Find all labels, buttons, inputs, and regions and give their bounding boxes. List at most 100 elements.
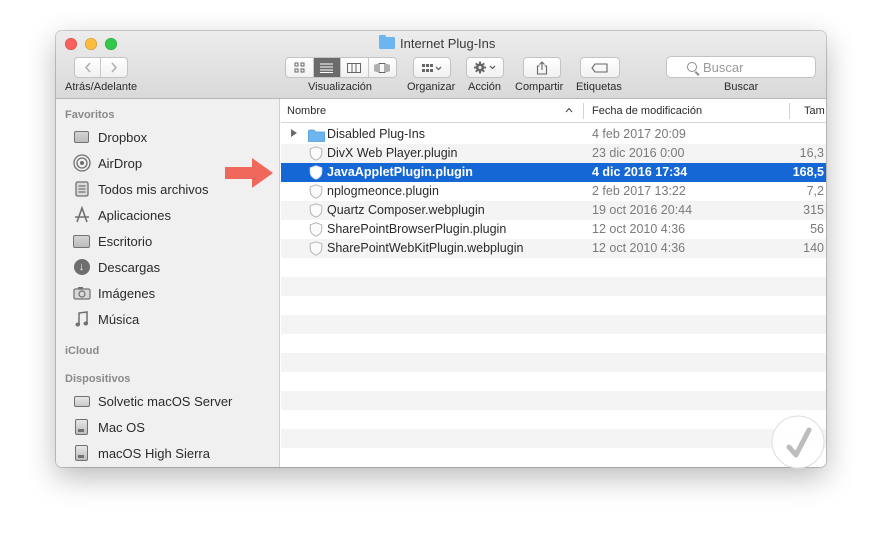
file-row-sharepoint-webkit[interactable]: SharePointWebKitPlugin.webplugin 12 oct … [281, 239, 826, 258]
sidebar-item-label: Imágenes [98, 285, 156, 301]
empty-row [281, 277, 826, 296]
watermark-logo-icon [771, 415, 825, 469]
sidebar-item-label: Solvetic macOS Server [98, 393, 233, 409]
tags-label: Etiquetas [576, 81, 622, 93]
share-button[interactable] [523, 57, 561, 78]
list-view-button[interactable] [313, 58, 341, 77]
file-row-nplogmeonce[interactable]: nplogmeonce.plugin 2 feb 2017 13:22 7,2 [281, 182, 826, 201]
column-date-header[interactable]: Fecha de modificación [592, 105, 702, 117]
gear-icon [474, 61, 496, 74]
file-row-quartz-composer[interactable]: Quartz Composer.webplugin 19 oct 2016 20… [281, 201, 826, 220]
highlight-arrow-icon [225, 158, 273, 188]
plugin-icon [309, 146, 323, 161]
file-size: 7,2 [806, 184, 824, 198]
share-label: Compartir [515, 81, 564, 93]
file-row-divx[interactable]: DivX Web Player.plugin 23 dic 2016 0:00 … [281, 144, 826, 163]
window-title-text: Internet Plug-Ins [400, 35, 496, 51]
folder-icon [379, 35, 395, 49]
folder-icon [308, 129, 325, 142]
sidebar-item-dropbox[interactable]: Dropbox [72, 127, 147, 147]
plugin-icon [309, 203, 323, 218]
sidebar-item-music[interactable]: Música [72, 309, 139, 329]
minimize-button[interactable] [85, 38, 97, 50]
empty-row [281, 448, 826, 467]
file-rows: Disabled Plug-Ins 4 feb 2017 20:09 DivX … [281, 125, 826, 467]
plugin-icon [309, 184, 323, 199]
empty-row [281, 315, 826, 334]
sidebar-item-label: macOS High Sierra [98, 445, 210, 461]
toolbar: Internet Plug-Ins Atrás/Adelante Visuali… [56, 31, 826, 99]
sidebar-item-label: Descargas [98, 259, 161, 275]
empty-row [281, 372, 826, 391]
action-button[interactable] [466, 57, 504, 78]
desktop-icon [72, 233, 91, 250]
search-placeholder: Buscar [703, 59, 744, 75]
file-name: Disabled Plug-Ins [327, 127, 425, 141]
cover-flow-button[interactable] [369, 58, 396, 77]
sidebar-item-label: Mac OS [98, 419, 145, 435]
applications-icon [72, 206, 91, 224]
file-date: 4 dic 2016 17:34 [592, 165, 688, 179]
grid-icon [294, 62, 305, 73]
list-icon [320, 63, 334, 73]
sidebar-item-label: Aplicaciones [98, 207, 171, 223]
file-name: DivX Web Player.plugin [327, 146, 458, 160]
file-date: 12 oct 2010 4:36 [592, 222, 686, 236]
search-icon [687, 62, 697, 72]
sidebar-item-desktop[interactable]: Escritorio [72, 231, 152, 251]
sidebar-header-devices: Dispositivos [65, 373, 131, 385]
view-segmented-control [285, 57, 397, 78]
file-size: 16,3 [799, 146, 824, 160]
sidebar-item-label: Música [98, 311, 140, 327]
file-row-java-applet[interactable]: JavaAppletPlugin.plugin 4 dic 2016 17:34… [281, 163, 826, 182]
back-button[interactable] [75, 58, 102, 77]
column-name-header[interactable]: Nombre [287, 105, 326, 117]
nav-label: Atrás/Adelante [65, 81, 138, 93]
dropbox-icon [72, 129, 91, 146]
sidebar: Favoritos Dropbox AirDrop Todos mis arch… [56, 99, 280, 467]
file-date: 23 dic 2016 0:00 [592, 146, 685, 160]
sidebar-header-favorites: Favoritos [65, 109, 115, 121]
sort-ascending-icon [565, 107, 573, 113]
sidebar-item-pictures[interactable]: Imágenes [72, 283, 155, 303]
plugin-icon [309, 241, 323, 256]
empty-row [281, 429, 826, 448]
view-label: Visualización [308, 81, 373, 93]
sidebar-item-downloads[interactable]: ↓ Descargas [72, 257, 160, 277]
sidebar-item-all-files[interactable]: Todos mis archivos [72, 179, 209, 199]
column-separator[interactable] [583, 103, 584, 119]
sidebar-item-airdrop[interactable]: AirDrop [72, 153, 142, 173]
chevron-right-icon [111, 62, 118, 73]
column-size-header[interactable]: Tam [804, 105, 825, 117]
back-forward-control [74, 57, 128, 78]
column-header: Nombre Fecha de modificación Tam [281, 99, 826, 123]
file-date: 2 feb 2017 13:22 [592, 184, 686, 198]
close-button[interactable] [65, 38, 77, 50]
sidebar-item-solvetic-server[interactable]: Solvetic macOS Server [72, 391, 232, 411]
file-name: nplogmeonce.plugin [327, 184, 439, 198]
arrange-button[interactable] [413, 57, 451, 78]
sidebar-item-applications[interactable]: Aplicaciones [72, 205, 171, 225]
empty-row [281, 258, 826, 277]
sidebar-header-icloud[interactable]: iCloud [65, 345, 99, 357]
file-date: 4 feb 2017 20:09 [592, 127, 686, 141]
maximize-button[interactable] [105, 38, 117, 50]
file-row-sharepoint-browser[interactable]: SharePointBrowserPlugin.plugin 12 oct 20… [281, 220, 826, 239]
forward-button[interactable] [101, 58, 127, 77]
search-label: Buscar [724, 81, 759, 93]
sidebar-item-mac-os[interactable]: Mac OS [72, 417, 145, 437]
empty-row [281, 391, 826, 410]
icon-view-button[interactable] [286, 58, 314, 77]
column-view-button[interactable] [341, 58, 369, 77]
empty-row [281, 334, 826, 353]
pictures-icon [72, 285, 91, 302]
search-input[interactable]: Buscar [666, 56, 816, 78]
sidebar-item-macos-high-sierra[interactable]: macOS High Sierra [72, 443, 210, 463]
column-separator[interactable] [789, 103, 790, 119]
file-name: SharePointWebKitPlugin.webplugin [327, 241, 524, 255]
tags-button[interactable] [580, 57, 620, 78]
disclosure-triangle-icon[interactable] [290, 128, 298, 138]
file-row-disabled-plug-ins[interactable]: Disabled Plug-Ins 4 feb 2017 20:09 [281, 125, 826, 144]
file-date: 19 oct 2016 20:44 [592, 203, 693, 217]
sidebar-item-label: Escritorio [98, 233, 153, 249]
